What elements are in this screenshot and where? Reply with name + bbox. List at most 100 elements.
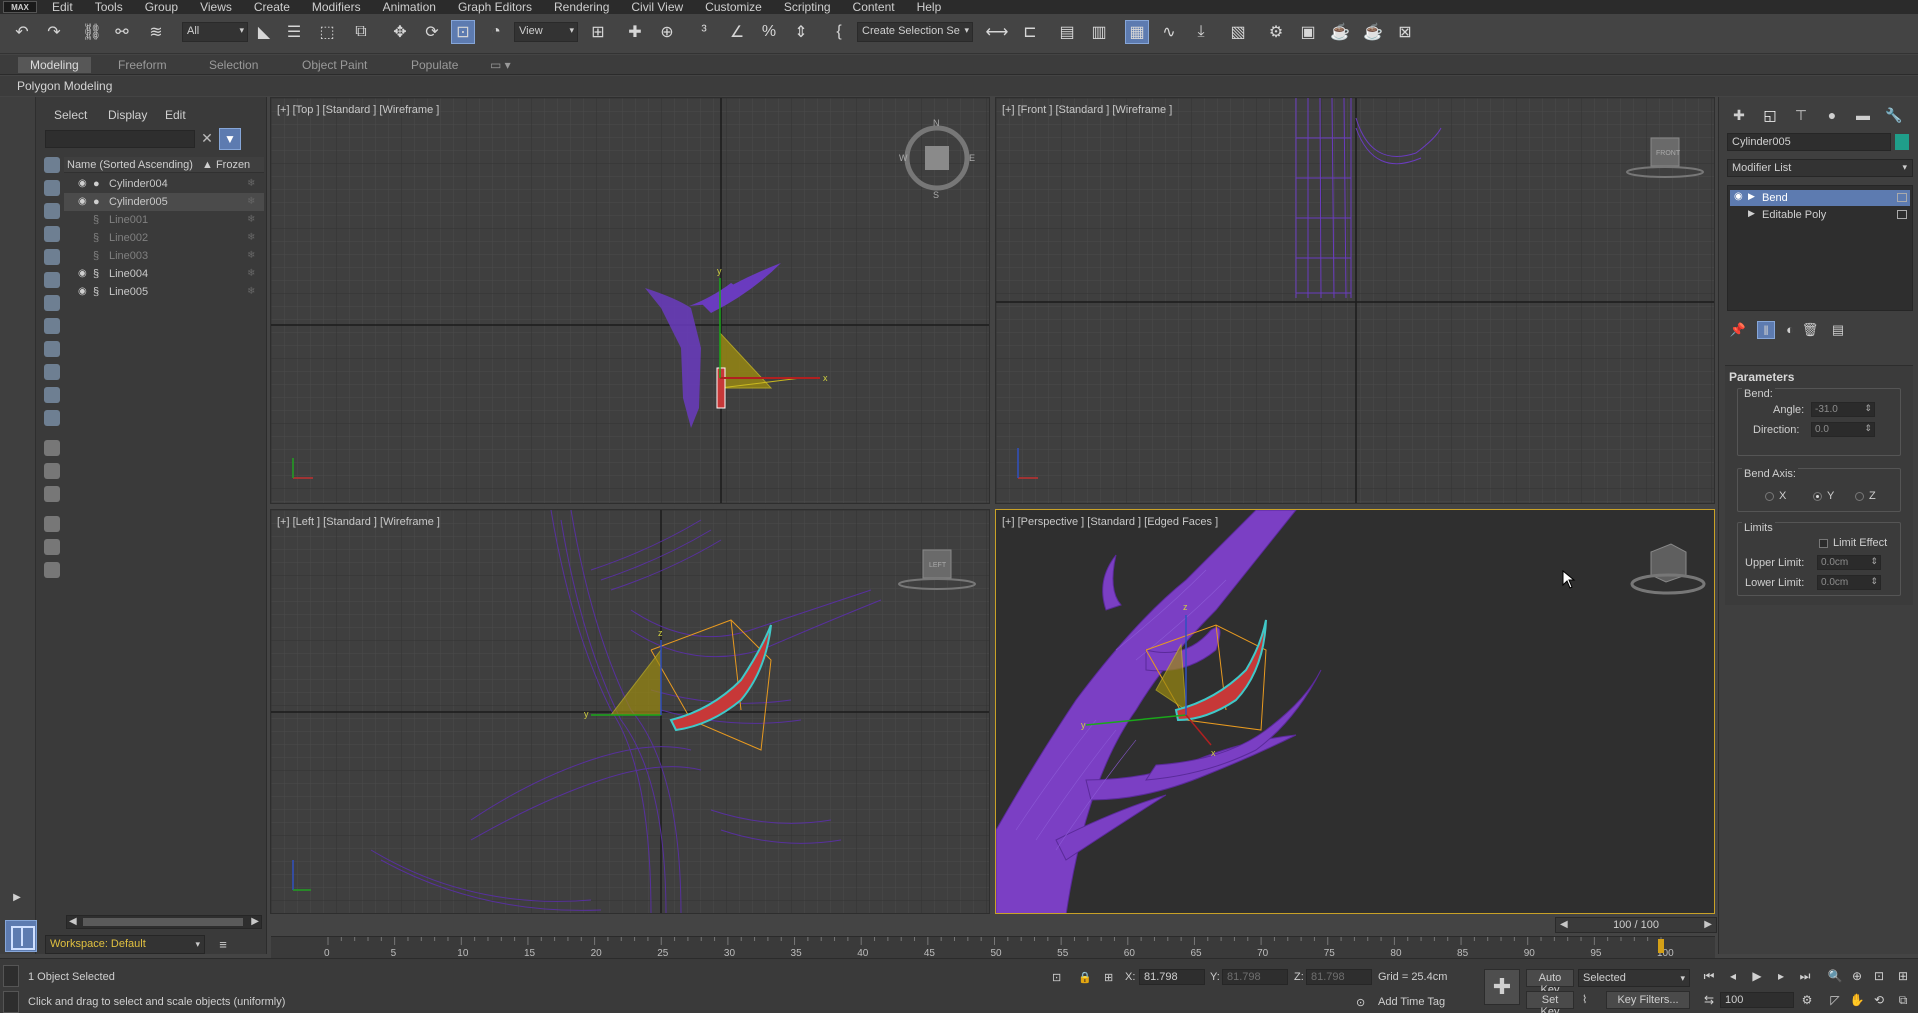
edit-named-selection-icon[interactable]: { — [827, 20, 851, 44]
display-geometry-icon[interactable] — [44, 157, 60, 173]
utilities-tab-icon[interactable]: 🔧 — [1882, 103, 1906, 127]
menu-create[interactable]: Create — [243, 0, 301, 14]
time-config-icon[interactable]: ⚙ — [1798, 991, 1816, 1009]
clear-search-icon[interactable]: ✕ — [198, 130, 216, 148]
key-filters-button[interactable]: Key Filters... — [1606, 991, 1690, 1009]
menu-views[interactable]: Views — [189, 0, 243, 14]
key-mode-dropdown[interactable]: Selected — [1578, 969, 1690, 987]
viewcube-perspective[interactable] — [1630, 543, 1706, 595]
axis-z-radio[interactable] — [1855, 492, 1864, 501]
show-end-result-icon[interactable]: ‖ — [1757, 321, 1775, 339]
rendered-frame-icon[interactable]: ▣ — [1296, 20, 1320, 44]
select-move-icon[interactable]: ✥ — [388, 20, 412, 44]
motion-tab-icon[interactable]: ● — [1820, 103, 1844, 127]
select-rotate-icon[interactable]: ⟳ — [420, 20, 444, 44]
eye-icon[interactable]: ◉ — [78, 286, 90, 298]
explorer-menu-edit[interactable]: Edit — [165, 108, 186, 122]
hierarchy-tab-icon[interactable]: ⊤ — [1789, 103, 1813, 127]
undo-icon[interactable]: ↶ — [10, 20, 34, 44]
stack-options-icon[interactable] — [1897, 210, 1907, 219]
filter-toggle-icon[interactable] — [44, 516, 60, 532]
time-tag-icon[interactable]: ⊙ — [1356, 996, 1365, 1009]
explorer-search-input[interactable] — [45, 130, 195, 148]
spinner-snap-icon[interactable]: ⇕ — [789, 20, 813, 44]
display-none-icon[interactable] — [44, 463, 60, 479]
zoom-extents-icon[interactable]: ⊡ — [1870, 967, 1888, 985]
rollout-title[interactable]: Parameters — [1729, 370, 1794, 384]
redo-icon[interactable]: ↷ — [42, 20, 66, 44]
select-scale-icon[interactable]: ⊡ — [451, 20, 475, 44]
window-crossing-icon[interactable]: ⧉ — [349, 20, 373, 44]
modifier-list-dropdown[interactable]: Modifier List — [1727, 159, 1913, 177]
make-unique-icon[interactable]: ◐ — [1781, 321, 1799, 339]
selection-lock-icon[interactable]: 🔒 — [1078, 971, 1092, 984]
scroll-right-icon[interactable]: ▶ — [251, 916, 259, 927]
bind-space-warp-icon[interactable]: ≋ — [144, 20, 168, 44]
viewport-front[interactable]: FRONT [+] [Front ] [Standard ] [Wirefram… — [995, 97, 1715, 504]
layer-explorer-icon[interactable]: ▤ — [1055, 20, 1079, 44]
zoom-all-icon[interactable]: ⊕ — [1848, 967, 1866, 985]
absolute-mode-icon[interactable]: ⊞ — [1104, 971, 1113, 984]
pivot-center-icon[interactable]: ⊞ — [586, 20, 610, 44]
explorer-scrollbar[interactable]: ◀ ▶ — [66, 915, 262, 929]
select-object-icon[interactable]: ◣ — [252, 20, 276, 44]
next-frame-icon[interactable]: ▸ — [1772, 967, 1790, 985]
mirror-icon[interactable]: ⟷ — [985, 20, 1009, 44]
object-color-swatch[interactable] — [1895, 134, 1909, 150]
display-invert-icon[interactable] — [44, 486, 60, 502]
column-name[interactable]: Name (Sorted Ascending) — [67, 159, 193, 171]
freeze-icon[interactable]: ❄ — [247, 250, 255, 261]
viewport-top-label[interactable]: [+] [Top ] [Standard ] [Wireframe ] — [277, 104, 439, 116]
display-helpers-icon[interactable] — [44, 249, 60, 265]
script-input-toggle[interactable] — [3, 991, 19, 1013]
viewport-front-label[interactable]: [+] [Front ] [Standard ] [Wireframe ] — [1002, 104, 1172, 116]
viewport-top[interactable]: x y N S E W [+] [Top ] [Standard ] [Wire… — [270, 97, 990, 504]
viewport-layout-icon[interactable] — [5, 920, 37, 952]
workspace-dropdown[interactable]: Workspace: Default — [45, 935, 205, 954]
menu-graph-editors[interactable]: Graph Editors — [447, 0, 543, 14]
scene-explorer-toggle-icon[interactable]: ▦ — [1125, 20, 1149, 44]
display-groups-icon[interactable] — [44, 295, 60, 311]
select-place-icon[interactable]: ◔ — [484, 20, 508, 44]
explorer-menu-display[interactable]: Display — [108, 108, 147, 122]
expand-arrow-icon[interactable]: ▶ — [1748, 208, 1755, 219]
maximize-viewport-icon[interactable]: ⧉ — [1894, 991, 1912, 1009]
menu-scripting[interactable]: Scripting — [773, 0, 842, 14]
stack-item-bend[interactable]: ◉ ▶ Bend — [1730, 190, 1910, 206]
align-icon[interactable]: ⊏ — [1018, 20, 1042, 44]
eye-icon[interactable]: ◉ — [78, 196, 90, 208]
percent-snap-icon[interactable]: % — [757, 20, 781, 44]
display-tab-icon[interactable]: ▬ — [1851, 103, 1875, 127]
table-row[interactable]: ◉ § Line004 ❄ — [64, 265, 264, 283]
modify-tab-icon[interactable]: ◱ — [1758, 103, 1782, 127]
link-icon[interactable]: ⛓ — [80, 20, 104, 44]
material-editor-icon[interactable]: ▧ — [1226, 20, 1250, 44]
scroll-left-icon[interactable]: ◀ — [69, 916, 77, 927]
key-mode-toggle-icon[interactable]: ⇆ — [1700, 991, 1718, 1009]
freeze-icon[interactable]: ❄ — [247, 178, 255, 189]
menu-content[interactable]: Content — [842, 0, 906, 14]
display-all-icon[interactable] — [44, 440, 60, 456]
tab-modeling[interactable]: Modeling — [18, 57, 91, 73]
stack-options-icon[interactable] — [1897, 193, 1907, 202]
polygon-modeling-panel[interactable]: Polygon Modeling — [17, 79, 112, 93]
ref-coord-dropdown[interactable]: View — [514, 22, 578, 42]
snaps-toggle-icon[interactable]: ³ — [692, 20, 716, 44]
select-manipulate-icon[interactable]: ✚ — [623, 20, 647, 44]
freeze-icon[interactable]: ❄ — [247, 268, 255, 279]
menu-civil-view[interactable]: Civil View — [620, 0, 694, 14]
select-by-name-icon[interactable]: ☰ — [282, 20, 306, 44]
freeze-icon[interactable]: ❄ — [247, 232, 255, 243]
menu-help[interactable]: Help — [906, 0, 953, 14]
field-of-view-icon[interactable]: ◸ — [1826, 991, 1844, 1009]
prev-frame-icon[interactable]: ◀ — [1560, 919, 1568, 930]
limit-effect-checkbox[interactable] — [1819, 539, 1828, 548]
ribbon-options-icon[interactable]: ▭ ▾ — [490, 58, 511, 72]
column-frozen[interactable]: ▲ Frozen — [202, 159, 250, 171]
go-to-end-icon[interactable]: ⏭ — [1796, 967, 1814, 985]
add-time-tag[interactable]: Add Time Tag — [1378, 996, 1445, 1008]
display-containers-icon[interactable] — [44, 364, 60, 380]
eye-icon[interactable]: ◉ — [78, 178, 90, 190]
render-iterative-icon[interactable]: ☕ — [1361, 20, 1385, 44]
keyboard-shortcut-icon[interactable]: ⊕ — [655, 20, 679, 44]
